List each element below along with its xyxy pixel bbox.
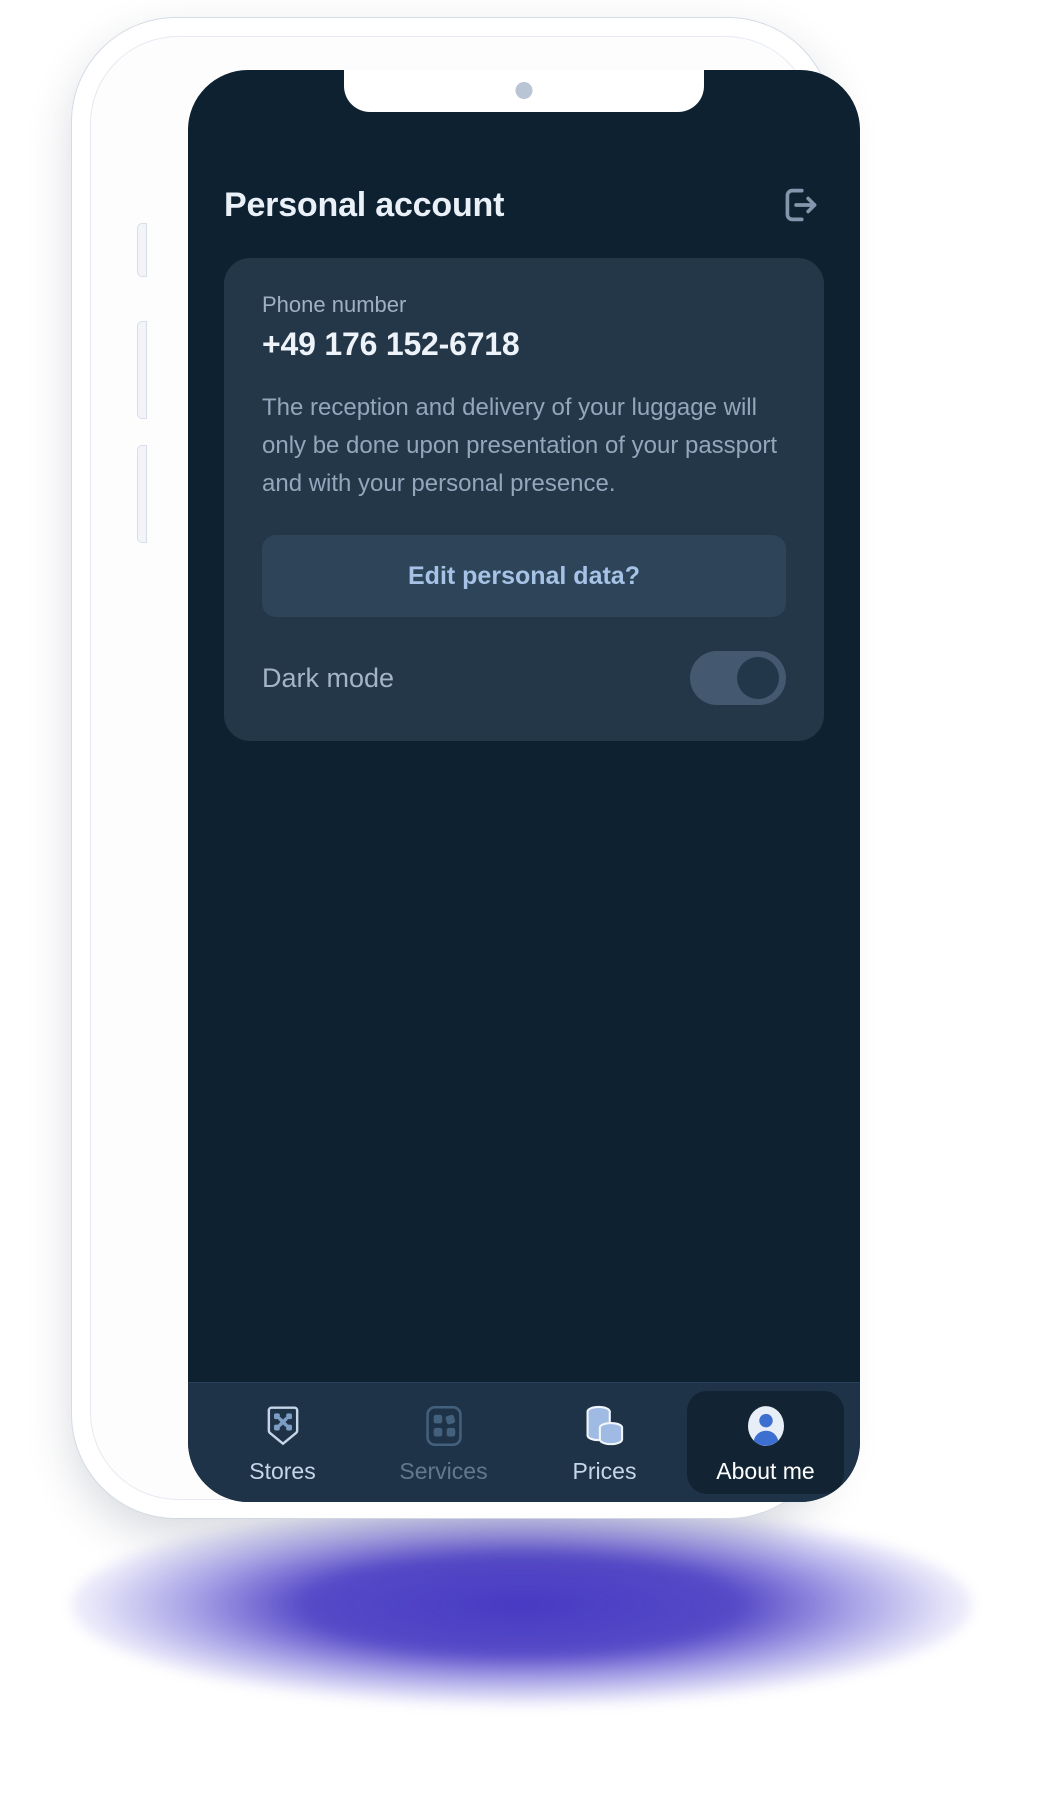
mute-switch-button[interactable] [138,224,146,276]
dark-mode-toggle[interactable] [690,651,786,705]
nav-icon-wrap-stores [263,1401,303,1451]
coins-prices-icon [586,1405,623,1445]
page-title: Personal account [224,185,505,224]
nav-icon-wrap-about-me [743,1401,789,1451]
screen-notch [344,70,704,112]
phone-number-value: +49 176 152-6718 [262,326,520,362]
nav-label-about-me: About me [716,1457,815,1484]
nav-label-stores: Stores [249,1457,316,1484]
grid-services-icon [425,1405,462,1446]
nav-label-services: Services [399,1457,488,1484]
logout-icon [785,188,817,222]
front-camera-icon [515,82,533,99]
nav-item-stores[interactable]: Stores [204,1391,361,1494]
phone-number-label: Phone number [262,292,407,317]
account-card: Phone number +49 176 152-6718 The recept… [224,258,824,741]
nav-item-about-me[interactable]: About me [687,1391,844,1494]
user-avatar-icon [747,1405,784,1446]
nav-label-prices: Prices [572,1457,637,1484]
phone-device-frame: Personal account Phone number +49 176 15… [72,18,860,1518]
nav-icon-wrap-services [423,1401,465,1451]
policy-description: The reception and delivery of your lugga… [262,394,778,497]
toggle-knob [737,657,779,699]
phone-screen: Personal account Phone number +49 176 15… [188,70,860,1502]
nav-item-prices[interactable]: Prices [526,1391,683,1494]
volume-down-button[interactable] [138,446,146,542]
logout-button[interactable] [770,178,824,232]
shield-stores-icon [267,1405,298,1445]
dark-mode-row: Dark mode [262,651,786,705]
bottom-navigation-bar: Stores Services Prices About me [188,1382,860,1502]
app-header: Personal account [188,178,860,232]
volume-up-button[interactable] [138,322,146,418]
dark-mode-label: Dark mode [262,662,395,693]
edit-personal-data-button[interactable]: Edit personal data? [262,535,786,617]
nav-icon-wrap-prices [582,1401,628,1451]
nav-item-services[interactable]: Services [365,1391,522,1494]
phone-drop-shadow [71,1505,972,1705]
screenshot-stage: Personal account Phone number +49 176 15… [0,0,1043,1820]
